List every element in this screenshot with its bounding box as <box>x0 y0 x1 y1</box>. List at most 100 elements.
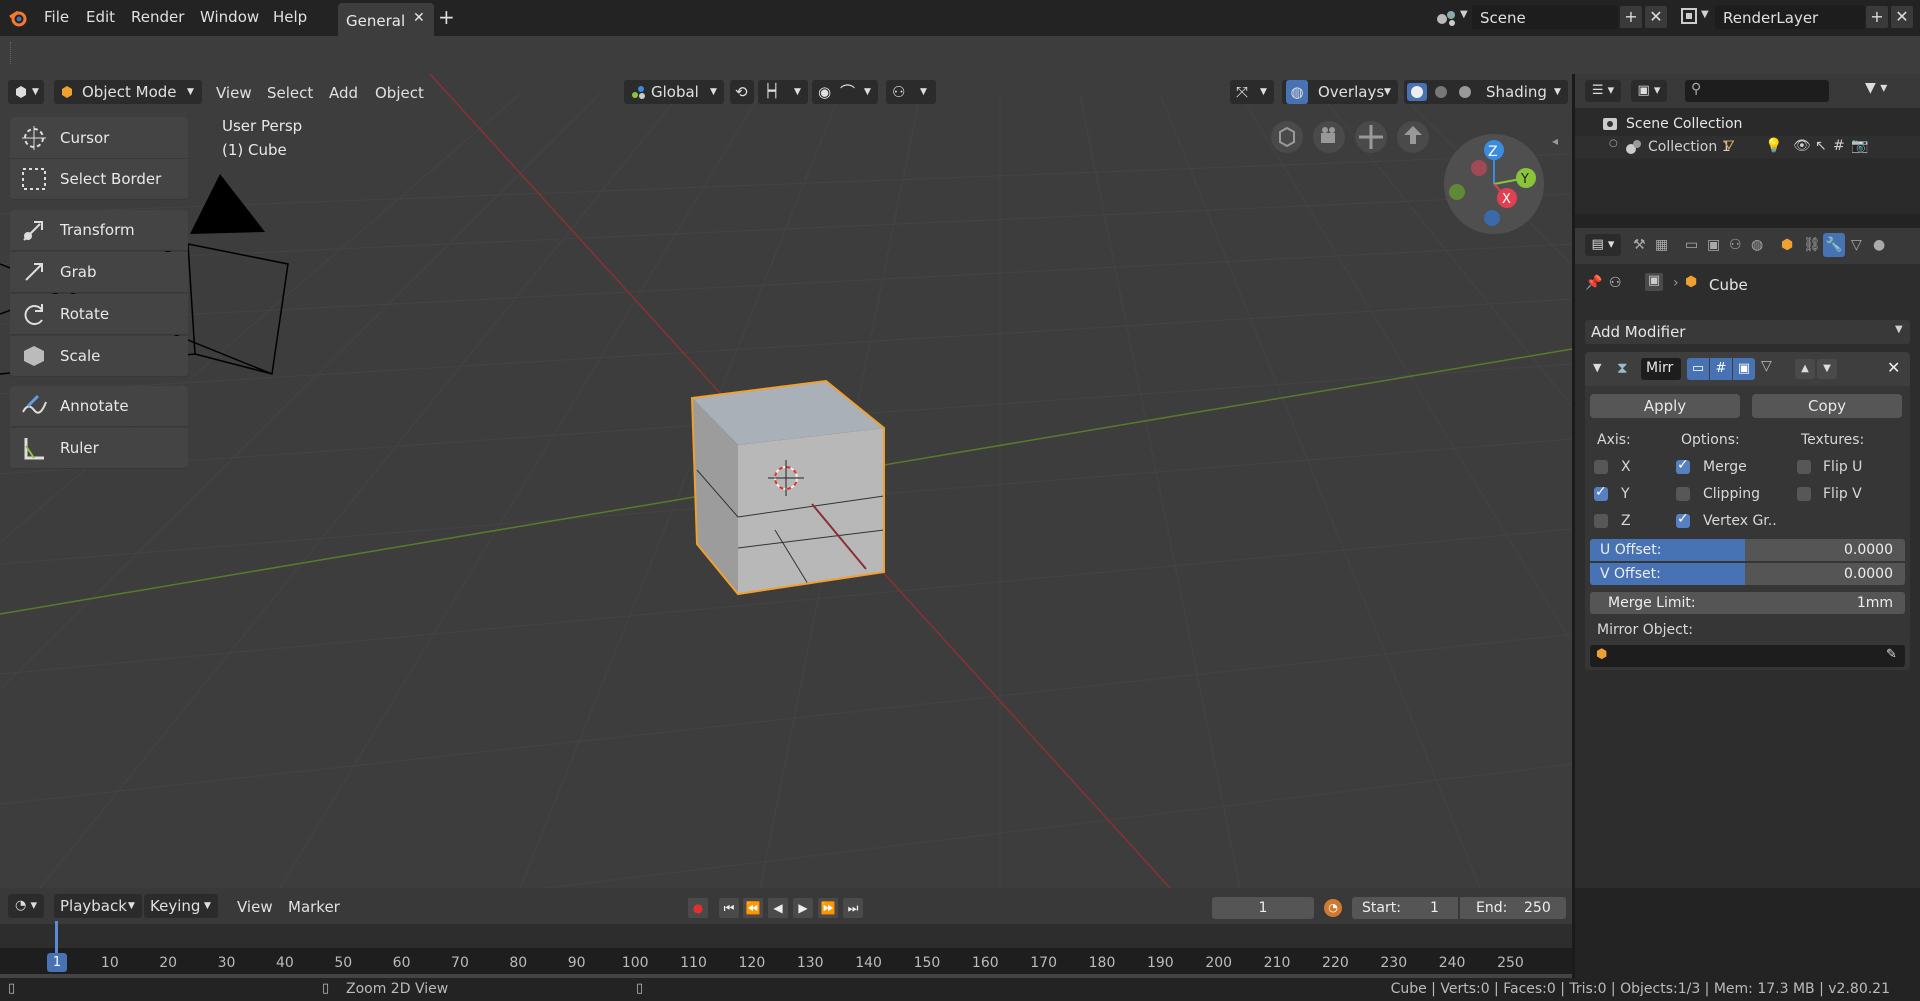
menu-window[interactable]: Window <box>200 8 259 26</box>
tool-scale[interactable]: Scale <box>10 336 188 377</box>
material-tab-icon[interactable]: ● <box>1873 237 1885 253</box>
show-in-render-icon[interactable]: ▣ <box>1733 358 1755 380</box>
properties-editor-type-button[interactable]: ▤ ▾ <box>1585 234 1621 256</box>
keying-dropdown[interactable]: Keying ▼ <box>144 894 218 918</box>
menu-help[interactable]: Help <box>273 8 307 26</box>
apply-button[interactable]: Apply <box>1590 394 1740 418</box>
display-mode-button[interactable]: ▣ ▾ <box>1631 80 1667 102</box>
mirror-object-field[interactable]: ⬢ ✎ <box>1590 645 1905 667</box>
vertex-groups-checkbox[interactable] <box>1676 511 1690 528</box>
jump-keyframe-forward-button[interactable]: ⏩ <box>818 898 838 918</box>
menu-file[interactable]: File <box>44 8 69 26</box>
snap-button[interactable]: ┝┥ ▼ <box>758 80 808 104</box>
clipping-checkbox[interactable] <box>1676 487 1690 501</box>
merge-checkbox[interactable] <box>1676 457 1690 474</box>
timeline-menu-marker[interactable]: Marker <box>288 898 340 916</box>
render-layer-field[interactable]: RenderLayer <box>1715 5 1865 29</box>
play-button[interactable]: ▶ <box>793 898 813 918</box>
add-workspace-icon[interactable]: + <box>438 5 455 29</box>
shading-dropdown[interactable]: Shading ▼ <box>1404 80 1568 104</box>
filter-icon[interactable]: ▼ ▾ <box>1865 80 1887 96</box>
toggle-camera-icon[interactable] <box>1270 120 1304 154</box>
end-frame-field[interactable]: End: 250 <box>1460 897 1566 919</box>
material-shading-icon[interactable] <box>1435 86 1447 98</box>
menu-add[interactable]: Add <box>329 84 358 102</box>
world-tab-icon[interactable]: ◍ <box>1751 237 1763 253</box>
new-render-layer-button[interactable]: + <box>1866 6 1888 28</box>
on-cage-icon[interactable]: ▽ <box>1761 358 1772 374</box>
current-frame-field[interactable]: 1 <box>1212 897 1314 919</box>
render-tab-icon[interactable]: ▦ <box>1655 237 1668 253</box>
axis-y-checkbox[interactable] <box>1594 484 1608 501</box>
tool-annotate[interactable]: Annotate <box>10 386 188 427</box>
tool-grab[interactable]: Grab <box>10 252 188 293</box>
flip-u-checkbox[interactable] <box>1797 460 1811 474</box>
grid-icon[interactable]: # <box>1833 138 1845 154</box>
modifier-name-input[interactable]: Mirr <box>1641 358 1681 380</box>
timeline-editor-type-button[interactable]: ◔ ▾ <box>8 894 44 918</box>
remove-modifier-icon[interactable]: ✕ <box>1887 358 1900 377</box>
timeline-menu-view[interactable]: View <box>237 898 273 916</box>
outliner-row-collection[interactable]: ○ Collection 1 ⛛ 💡 👁 ↖ # 📷 <box>1575 136 1920 158</box>
outliner-editor-type-button[interactable]: ☰ ▾ <box>1585 80 1621 102</box>
menu-select[interactable]: Select <box>267 84 313 102</box>
proportional-edit-button[interactable]: ◉ ⌒ ▼ <box>812 80 878 104</box>
expand-icon[interactable]: ○ <box>1609 138 1618 149</box>
blender-logo-icon[interactable] <box>8 8 28 28</box>
scene-collection-label[interactable]: Scene Collection <box>1626 116 1742 132</box>
v-offset-slider[interactable]: V Offset: 0.0000 <box>1590 563 1905 585</box>
menu-view[interactable]: View <box>216 84 252 102</box>
record-button[interactable]: ● <box>688 898 708 918</box>
show-in-editmode-icon[interactable]: ▭ <box>1687 358 1709 380</box>
tab-general[interactable]: General ✕ <box>338 3 434 36</box>
merge-limit-field[interactable]: Merge Limit: 1mm <box>1590 592 1905 614</box>
object-types-button[interactable]: ⚇ ▼ <box>886 80 936 104</box>
gizmo-button[interactable]: ⤧ ▼ <box>1230 80 1274 104</box>
scene-field[interactable]: Scene <box>1472 5 1618 29</box>
move-view-icon[interactable] <box>1354 120 1388 154</box>
data-tab-icon[interactable]: ▽ <box>1851 237 1862 253</box>
delete-render-layer-button[interactable]: ✕ <box>1891 6 1913 28</box>
copy-button[interactable]: Copy <box>1752 394 1902 418</box>
start-frame-field[interactable]: Start: 1 <box>1352 897 1458 919</box>
flip-v-checkbox[interactable] <box>1797 487 1811 501</box>
mode-dropdown[interactable]: Object Mode ▼ <box>54 80 202 104</box>
jump-keyframe-back-button[interactable]: ⏪ <box>743 898 763 918</box>
show-in-viewport-icon[interactable]: # <box>1710 358 1732 380</box>
3d-viewport[interactable] <box>0 74 1572 888</box>
camera-icon[interactable]: 📷 <box>1851 138 1868 154</box>
tool-ruler[interactable]: Ruler <box>10 428 188 469</box>
modifier-tab-icon[interactable]: 🔧 <box>1823 233 1845 257</box>
view-layer-tab-icon[interactable]: ▣ <box>1707 237 1720 253</box>
u-offset-slider[interactable]: U Offset: 0.0000 <box>1590 539 1905 561</box>
object-tab-icon[interactable]: ⬢ <box>1781 237 1793 253</box>
move-down-icon[interactable]: ▼ <box>1817 359 1837 379</box>
menu-object[interactable]: Object <box>375 84 424 102</box>
rendered-shading-icon[interactable] <box>1459 86 1471 98</box>
camera-view-icon[interactable] <box>1312 120 1346 154</box>
overlays-icon[interactable]: ◍ <box>1286 80 1308 104</box>
playhead-frame[interactable]: 1 <box>47 953 67 972</box>
scene-icon[interactable] <box>1436 7 1458 27</box>
new-scene-button[interactable]: + <box>1620 6 1642 28</box>
output-tab-icon[interactable]: ▭ <box>1685 237 1698 253</box>
navigation-gizmo[interactable]: Z Y X <box>1442 132 1546 236</box>
viewlayer-exclude-icon[interactable]: ⛛ <box>1723 138 1735 154</box>
collapse-modifier-icon[interactable]: ▼ <box>1593 361 1601 374</box>
axis-z-checkbox[interactable] <box>1594 514 1608 528</box>
solid-shading-button[interactable] <box>1407 83 1427 101</box>
eye-icon[interactable]: 👁 <box>1793 138 1811 154</box>
tool-cursor[interactable]: Cursor <box>10 118 188 159</box>
move-up-icon[interactable]: ▲ <box>1795 359 1815 379</box>
menu-render[interactable]: Render <box>131 8 184 26</box>
sidebar-toggle-icon[interactable]: ◂ <box>1552 134 1558 148</box>
pivot-button[interactable]: ⟲ <box>730 80 754 104</box>
add-modifier-dropdown[interactable]: Add Modifier ▼ <box>1585 320 1910 344</box>
eyedropper-icon[interactable]: ✎ <box>1886 647 1897 662</box>
outliner-search-input[interactable]: ⚲ <box>1685 80 1829 102</box>
axis-x-checkbox[interactable] <box>1594 460 1608 474</box>
overlays-dropdown[interactable]: ◍ Overlays ▼ <box>1282 80 1398 104</box>
close-tab-icon[interactable]: ✕ <box>413 10 425 26</box>
menu-edit[interactable]: Edit <box>86 8 115 26</box>
render-layer-icon[interactable] <box>1680 7 1700 27</box>
